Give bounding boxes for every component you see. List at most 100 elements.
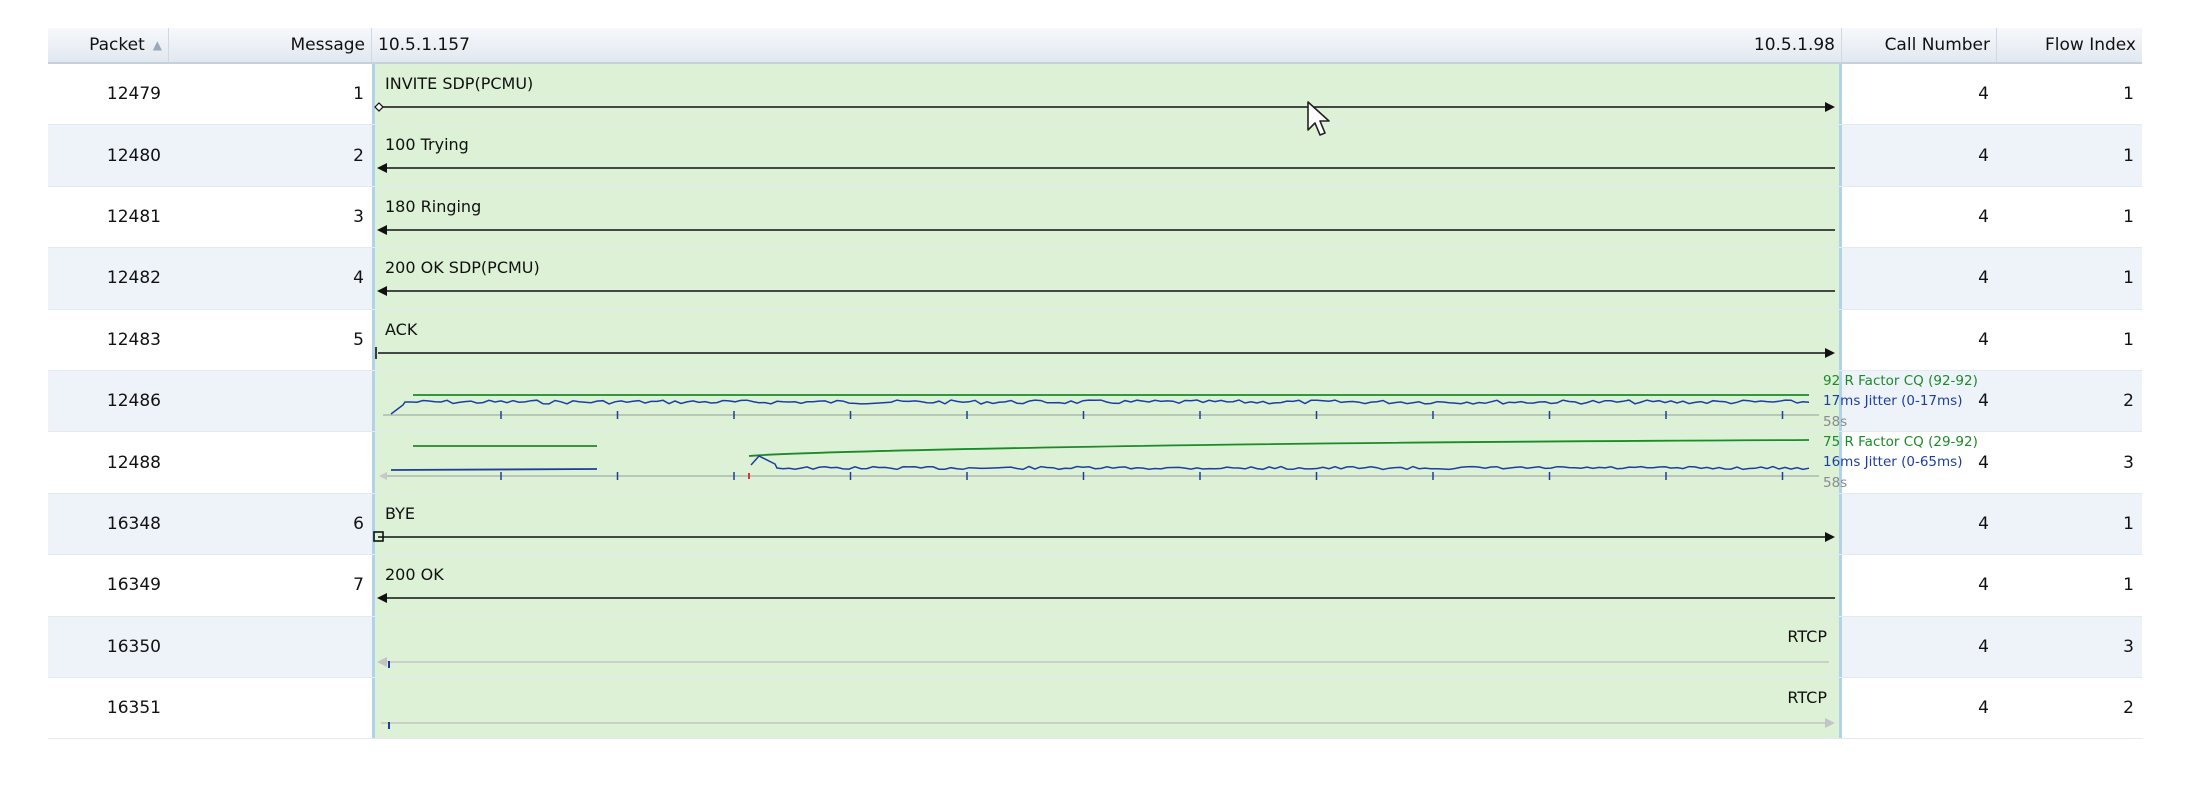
flow-index: 1 [2123, 145, 2134, 166]
packet-number: 12483 [106, 329, 161, 350]
column-header-flow-index-label: Flow Index [2044, 35, 2136, 55]
table-row[interactable]: 12482 4 200 OK SDP(PCMU) 4 1 [48, 248, 2142, 310]
flow-cell: 100 Trying [372, 125, 1842, 186]
call-number-cell: 4 [1842, 494, 1997, 554]
message-number: 3 [353, 206, 364, 227]
arrow-head-left-icon [377, 656, 387, 667]
flow-graphic [383, 394, 1819, 419]
packet-cell: 12482 [48, 248, 169, 308]
message-cell: 2 [169, 125, 372, 185]
table-row[interactable]: 16351 RTCP 4 2 [48, 677, 2142, 740]
sip-flow-table: Packet ▲ Message 10.5.1.157 10.5.1.98 Cal… [48, 28, 2142, 740]
packet-number: 12479 [106, 84, 161, 105]
flow-graphic [377, 224, 1835, 235]
column-header-message-label: Message [290, 35, 365, 55]
message-number: 2 [353, 145, 364, 166]
arrow-head-right-icon [1825, 531, 1835, 542]
packet-cell: 16351 [48, 678, 169, 738]
call-number-cell: 4 [1842, 64, 1997, 124]
call-number: 4 [1978, 145, 1989, 166]
flow-cell: 92 R Factor CQ (92-92) 17ms Jitter (0-17m… [372, 370, 1978, 432]
arrow-head-right-icon [1825, 102, 1835, 112]
call-number: 4 [1978, 84, 1989, 105]
column-header-call-number[interactable]: Call Number [1842, 28, 1997, 62]
flow-index-cell: 3 [1997, 617, 2142, 677]
column-header-ip-left[interactable]: 10.5.1.157 [372, 28, 1107, 62]
flow-cell: RTCP [372, 677, 1842, 739]
flow-index-cell: 2 [1997, 678, 2142, 738]
call-number: 4 [1978, 698, 1989, 719]
packet-number: 12488 [106, 452, 161, 473]
start-diamond-icon [374, 102, 384, 112]
packet-number: 12480 [106, 145, 161, 166]
packet-cell: 12480 [48, 125, 169, 185]
mouse-pointer-icon [1307, 101, 1330, 136]
arrow-head-left-icon [377, 224, 387, 235]
flow-cell: 200 OK SDP(PCMU) [372, 248, 1842, 309]
arrow-head-left-icon [377, 286, 387, 297]
flow-index-cell: 1 [1997, 64, 2142, 124]
call-number: 4 [1978, 575, 1989, 596]
table-row[interactable]: 12486 92 R Factor CQ (92-92) 17ms Jitter (… [48, 370, 2142, 433]
flow-cell: 180 Ringing [372, 186, 1842, 248]
call-number-cell: 4 [1842, 187, 1997, 247]
packet-number: 12481 [106, 206, 161, 227]
flow-index: 1 [2123, 575, 2134, 596]
call-number-cell: 4 [1842, 248, 1997, 308]
call-number-cell: 4 [1842, 371, 1997, 431]
call-number-cell: 4 [1842, 310, 1997, 370]
column-header-ip-right-label: 10.5.1.98 [1753, 35, 1835, 55]
call-number: 4 [1978, 513, 1989, 534]
table-row[interactable]: 12481 3 180 Ringing 4 1 [48, 186, 2142, 249]
packet-cell: 12486 [48, 371, 169, 431]
packet-cell: 16348 [48, 494, 169, 554]
packet-cell: 16350 [48, 617, 169, 677]
jitter-line [750, 455, 1810, 471]
packet-cell: 16349 [48, 555, 169, 615]
flow-index: 3 [2123, 452, 2134, 473]
message-cell: 5 [169, 310, 372, 370]
message-cell: 6 [169, 494, 372, 554]
table-row[interactable]: 12488 75 R Factor CQ (29-92) 16ms Jitter (… [48, 432, 2142, 494]
flow-index: 1 [2123, 268, 2134, 289]
flow-graphic [377, 593, 1835, 604]
call-number-cell: 4 [1842, 125, 1997, 185]
table-row[interactable]: 12479 1 INVITE SDP(PCMU) 4 1 [48, 64, 2142, 126]
column-header-ip-right[interactable]: 10.5.1.98 [1107, 28, 1842, 62]
table-row[interactable]: 16349 7 200 OK 4 1 [48, 555, 2142, 617]
flow-graphic [377, 656, 1829, 668]
table-row[interactable]: 12483 5 ACK 4 1 [48, 309, 2142, 371]
call-number: 4 [1978, 329, 1989, 350]
flow-cell: INVITE SDP(PCMU) [372, 64, 1842, 125]
message-cell: 1 [169, 64, 372, 124]
message-cell [169, 617, 372, 677]
table-header: Packet ▲ Message 10.5.1.157 10.5.1.98 Cal… [48, 28, 2142, 64]
flow-cell: RTCP [372, 616, 1842, 677]
flow-index-cell: 1 [1997, 494, 2142, 554]
column-header-packet[interactable]: Packet ▲ [48, 28, 169, 62]
column-header-message[interactable]: Message [169, 28, 372, 62]
table-row[interactable]: 16350 RTCP 4 3 [48, 616, 2142, 678]
call-number-cell: 4 [1842, 617, 1997, 677]
call-number: 4 [1978, 391, 1989, 412]
flow-index-cell: 3 [1997, 432, 2142, 492]
flow-cell: ACK [372, 309, 1842, 370]
table-row[interactable]: 12480 2 100 Trying 4 1 [48, 125, 2142, 187]
flow-graphic [373, 530, 1835, 542]
packet-number: 16349 [106, 575, 161, 596]
flow-index: 1 [2123, 206, 2134, 227]
call-number: 4 [1978, 452, 1989, 473]
packet-number: 12486 [106, 391, 161, 412]
packet-cell: 12488 [48, 432, 169, 492]
table-row[interactable]: 16348 6 BYE 4 1 [48, 493, 2142, 556]
packet-number: 16351 [106, 698, 161, 719]
jitter-line [390, 399, 1810, 415]
column-header-flow-index[interactable]: Flow Index [1997, 28, 2142, 62]
message-number: 7 [353, 575, 364, 596]
flow-index: 2 [2123, 698, 2134, 719]
message-cell [169, 432, 372, 492]
flow-cell: BYE [372, 493, 1842, 555]
flow-index: 1 [2123, 513, 2134, 534]
message-number: 6 [353, 513, 364, 534]
packet-number: 16350 [106, 636, 161, 657]
